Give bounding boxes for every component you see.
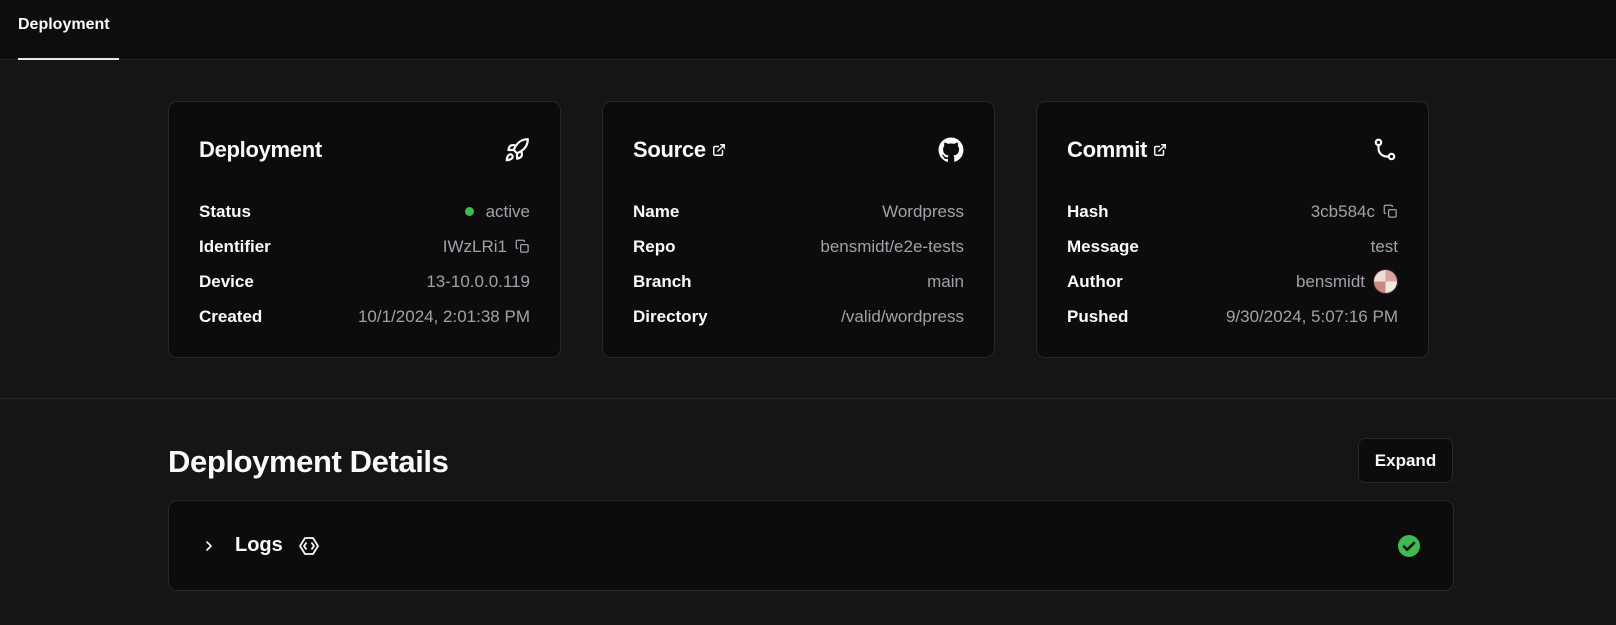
commit-card: Commit Hash 3cb584c Message test Author … (1036, 101, 1429, 358)
status-value: active (485, 201, 530, 221)
name-value: Wordpress (882, 201, 964, 221)
hash-value: 3cb584c (1310, 201, 1375, 221)
row-identifier: Identifier IWzLRi1 (199, 229, 530, 264)
section-title: Deployment Details (168, 444, 449, 479)
row-device: Device 13-10.0.0.119 (199, 264, 530, 299)
external-link-icon[interactable] (1153, 143, 1167, 157)
row-label: Name (633, 201, 680, 221)
status-dot (464, 207, 474, 216)
deployment-card: Deployment Status active Identifier IWzL… (168, 101, 561, 358)
row-label: Created (199, 306, 263, 326)
summary-cards: Deployment Status active Identifier IWzL… (0, 60, 1616, 399)
row-label: Hash (1067, 201, 1109, 221)
device-value: 13-10.0.0.119 (426, 271, 530, 291)
logs-accordion[interactable]: Logs (168, 500, 1454, 591)
card-title: Source (633, 137, 706, 162)
row-author: Author bensmidt (1067, 264, 1398, 299)
row-repo: Repo bensmidt/e2e-tests (633, 229, 964, 264)
git-commit-icon (1374, 138, 1396, 161)
row-directory: Directory /valid/wordpress (633, 299, 964, 334)
directory-value: /valid/wordpress (841, 306, 964, 326)
repo-value: bensmidt/e2e-tests (820, 236, 964, 256)
pushed-value: 9/30/2024, 5:07:16 PM (1225, 306, 1398, 326)
success-check-icon (1398, 534, 1420, 557)
card-title: Deployment (199, 137, 322, 162)
branch-value: main (927, 271, 964, 291)
author-value: bensmidt (1296, 271, 1365, 291)
expand-button[interactable]: Expand (1358, 438, 1453, 483)
row-label: Directory (633, 306, 708, 326)
row-hash: Hash 3cb584c (1067, 194, 1398, 229)
deployment-details-section: Deployment Details Expand Logs (0, 399, 1616, 624)
logs-label: Logs (235, 534, 283, 556)
external-link-icon[interactable] (712, 143, 726, 157)
row-label: Repo (633, 236, 676, 256)
identifier-value: IWzLRi1 (442, 236, 507, 256)
github-icon (938, 137, 964, 162)
top-tab-bar: Deployment (0, 0, 1616, 60)
avatar[interactable] (1373, 269, 1398, 294)
row-label: Branch (633, 271, 692, 291)
row-label: Message (1067, 236, 1139, 256)
source-card: Source Name Wordpress Repo bensmidt/e2e-… (602, 101, 995, 358)
chevron-right-icon (206, 540, 212, 551)
row-message: Message test (1067, 229, 1398, 264)
row-pushed: Pushed 9/30/2024, 5:07:16 PM (1067, 299, 1398, 334)
row-label: Status (199, 201, 251, 221)
tab-deployment[interactable]: Deployment (18, 0, 119, 60)
row-name: Name Wordpress (633, 194, 964, 229)
row-created: Created 10/1/2024, 2:01:38 PM (199, 299, 530, 334)
card-title: Commit (1067, 137, 1148, 162)
row-label: Device (199, 271, 254, 291)
rocket-icon (505, 138, 529, 162)
row-branch: Branch main (633, 264, 964, 299)
row-status: Status active (199, 194, 530, 229)
row-label: Identifier (199, 236, 271, 256)
copy-icon[interactable] (1383, 204, 1398, 219)
created-value: 10/1/2024, 2:01:38 PM (357, 306, 530, 326)
row-label: Pushed (1067, 306, 1129, 326)
code-diamond-icon (298, 536, 319, 555)
copy-icon[interactable] (515, 239, 530, 254)
message-value: test (1370, 236, 1398, 256)
row-label: Author (1067, 271, 1123, 291)
